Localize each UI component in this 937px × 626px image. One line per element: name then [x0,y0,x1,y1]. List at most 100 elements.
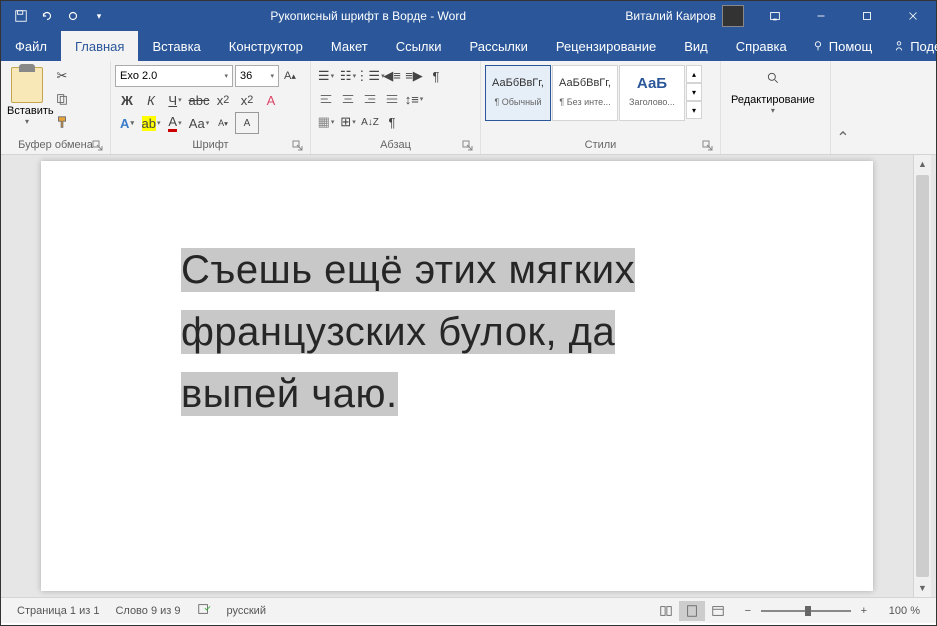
font-group: Exo 2.0▾ 36▾ A▴ Ж К Ч▾ abc x2 x2 A A▾ ab… [111,61,311,154]
zoom-track[interactable] [761,610,851,612]
line-spacing-icon[interactable]: ↕≡▾ [403,88,425,110]
tab-references[interactable]: Ссылки [382,31,456,61]
save-icon[interactable] [9,4,33,28]
underline-icon[interactable]: Ч▾ [163,89,187,111]
superscript-icon[interactable]: x2 [235,89,259,111]
spinner-more-icon[interactable]: ▾ [686,101,702,119]
spinner-up-icon[interactable]: ▴ [686,65,702,83]
italic-icon[interactable]: К [139,89,163,111]
ribbon-tabs: Файл Главная Вставка Конструктор Макет С… [1,31,936,61]
pilcrow-icon[interactable]: ¶ [381,111,403,133]
show-marks-icon[interactable]: ¶ [425,65,447,87]
avatar [722,5,744,27]
clear-format-icon[interactable]: A [259,89,283,111]
user-name: Виталий Каиров [625,9,716,23]
tab-help[interactable]: Справка [722,31,801,61]
user-account[interactable]: Виталий Каиров [617,5,752,27]
style-normal[interactable]: АаБбВвГг, ¶ Обычный [485,65,551,121]
document-text[interactable]: Съешь ещё этих мягких французских булок,… [181,239,741,425]
zoom-in-icon[interactable]: + [857,605,871,617]
status-bar: Страница 1 из 1 Слово 9 из 9 русский − +… [1,597,936,623]
sort-icon[interactable]: A↓Z [359,111,381,133]
subscript-icon[interactable]: x2 [211,89,235,111]
vertical-scrollbar[interactable]: ▲ ▼ [913,155,931,597]
tab-review[interactable]: Рецензирование [542,31,670,61]
format-painter-icon[interactable] [51,111,73,133]
strikethrough-icon[interactable]: abc [187,89,211,111]
change-case-icon[interactable]: Aa▾ [187,112,211,134]
bullets-icon[interactable]: ☰▾ [315,65,337,87]
decrease-indent-icon[interactable]: ◀≡ [381,65,403,87]
align-right-icon[interactable] [359,88,381,110]
highlight-icon[interactable]: ab▾ [139,112,163,134]
font-name-combo[interactable]: Exo 2.0▾ [115,65,233,87]
bold-icon[interactable]: Ж [115,89,139,111]
page[interactable]: Съешь ещё этих мягких французских булок,… [41,161,873,591]
paste-button[interactable]: Вставить ▾ [5,65,49,128]
tab-design[interactable]: Конструктор [215,31,317,61]
collapse-ribbon-icon[interactable]: ⌃ [831,61,855,154]
text-effects-icon[interactable]: A▾ [115,112,139,134]
clipboard-icon [11,67,43,103]
scroll-up-icon[interactable]: ▲ [914,155,931,173]
web-layout-icon[interactable] [705,601,731,621]
maximize-icon[interactable] [844,1,890,31]
undo-icon[interactable] [35,4,59,28]
zoom-thumb[interactable] [805,606,811,616]
borders-icon[interactable]: ⊞▾ [337,111,359,133]
spellcheck-icon[interactable] [189,602,219,619]
qat-customize-icon[interactable]: ▾ [87,4,111,28]
language[interactable]: русский [219,605,274,617]
quick-access-toolbar: ▾ [1,4,119,28]
cut-icon[interactable]: ✂ [51,65,73,87]
paragraph-group: ☰▾ ☷▾ ⋮☰▾ ◀≡ ≡▶ ¶ ↕≡▾ ▦▾ ⊞▾ A↓Z ¶ [311,61,481,154]
align-center-icon[interactable] [337,88,359,110]
redo-icon[interactable] [61,4,85,28]
char-border-icon[interactable]: A [235,112,259,134]
editing-group: Редактирование ▾ [721,61,831,154]
styles-group: АаБбВвГг, ¶ Обычный АаБбВвГг, ¶ Без инте… [481,61,721,154]
editing-button[interactable]: Редактирование ▾ [725,65,821,121]
page-count[interactable]: Страница 1 из 1 [9,605,107,617]
style-no-spacing[interactable]: АаБбВвГг, ¶ Без инте... [552,65,618,121]
ribbon-options-icon[interactable] [752,1,798,31]
zoom-out-icon[interactable]: − [741,605,755,617]
dialog-launcher-icon[interactable] [462,140,474,152]
spinner-down-icon[interactable]: ▾ [686,83,702,101]
tab-insert[interactable]: Вставка [138,31,214,61]
zoom-level[interactable]: 100 % [881,605,928,617]
align-left-icon[interactable] [315,88,337,110]
zoom-slider[interactable]: − + [741,605,871,617]
clipboard-label: Буфер обмена [5,137,106,154]
font-size-combo[interactable]: 36▾ [235,65,279,87]
dialog-launcher-icon[interactable] [702,140,714,152]
justify-icon[interactable] [381,88,403,110]
increase-indent-icon[interactable]: ≡▶ [403,65,425,87]
dialog-launcher-icon[interactable] [92,140,104,152]
scroll-thumb[interactable] [916,175,929,577]
styles-gallery-spinner[interactable]: ▴ ▾ ▾ [686,65,702,119]
tab-layout[interactable]: Макет [317,31,382,61]
copy-icon[interactable] [51,88,73,110]
style-heading1[interactable]: АаБ Заголово... [619,65,685,121]
tab-file[interactable]: Файл [1,31,61,61]
font-label: Шрифт [115,137,306,154]
scroll-down-icon[interactable]: ▼ [914,579,931,597]
font-color-icon[interactable]: A▾ [163,112,187,134]
window-controls [752,1,936,31]
minimize-icon[interactable] [798,1,844,31]
share-button[interactable]: Поделиться [882,31,937,61]
print-layout-icon[interactable] [679,601,705,621]
close-icon[interactable] [890,1,936,31]
multilevel-icon[interactable]: ⋮☰▾ [359,65,381,87]
word-count[interactable]: Слово 9 из 9 [107,605,188,617]
tab-home[interactable]: Главная [61,31,138,61]
tab-mailings[interactable]: Рассылки [455,31,541,61]
grow-font-icon[interactable]: A▴ [279,65,301,87]
tab-view[interactable]: Вид [670,31,722,61]
read-mode-icon[interactable] [653,601,679,621]
dialog-launcher-icon[interactable] [292,140,304,152]
tell-me-button[interactable]: Помощ [801,31,882,61]
shading-icon[interactable]: ▦▾ [315,111,337,133]
shrink-font-icon[interactable]: A▾ [211,112,235,134]
